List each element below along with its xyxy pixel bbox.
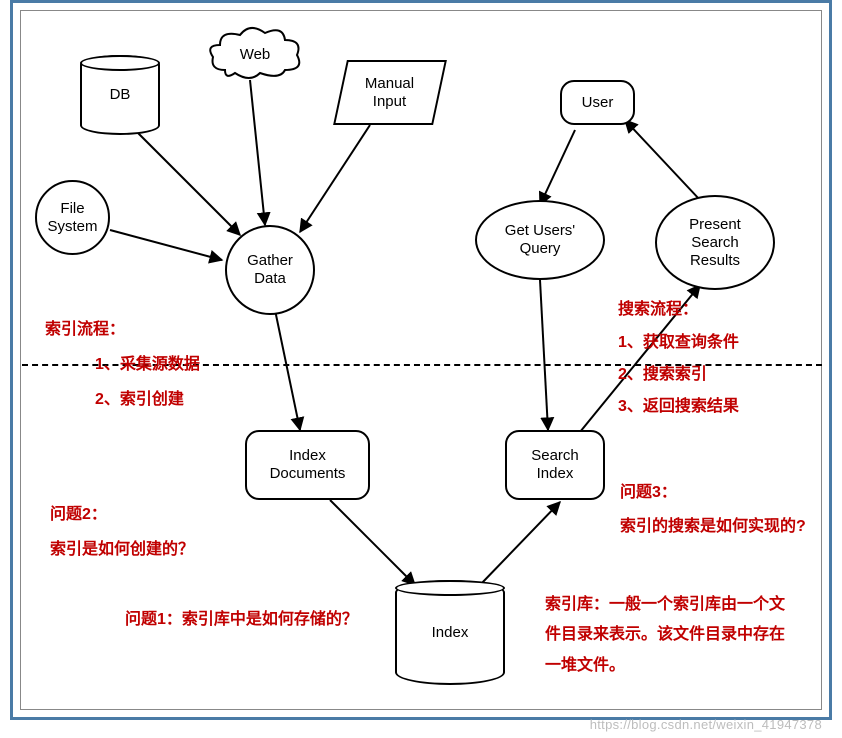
node-index-documents: Index Documents [245, 430, 370, 500]
node-manual-input-label: Manual Input [365, 75, 414, 111]
node-get-users-query: Get Users' Query [475, 200, 605, 280]
node-user-label: User [582, 94, 614, 112]
annotation-search-flow-title: 搜索流程： [618, 295, 698, 325]
annotation-search-flow-2: 2、搜索索引 [618, 360, 707, 390]
annotation-search-flow-1: 1、获取查询条件 [618, 328, 739, 358]
diagram-canvas: DB Web Manual Input File System Gather D… [0, 0, 842, 738]
node-gather-data-label: Gather Data [247, 252, 293, 288]
annotation-index-flow-1: 1、采集源数据 [95, 350, 200, 380]
node-search-index: Search Index [505, 430, 605, 500]
annotation-question2-text: 索引是如何创建的？ [50, 535, 194, 565]
node-file-system-label: File System [47, 200, 97, 236]
node-user: User [560, 80, 635, 125]
annotation-index-flow-2: 2、索引创建 [95, 385, 184, 415]
node-web: Web [205, 25, 305, 85]
node-web-label: Web [240, 46, 271, 64]
annotation-question3-title: 问题3： [620, 478, 677, 508]
node-index: Index [395, 580, 505, 685]
annotation-index-lib: 索引库：一般一个索引库由一个文件目录来表示。该文件目录中存在一堆文件。 [545, 590, 795, 681]
annotation-search-flow-3: 3、返回搜索结果 [618, 392, 739, 422]
node-present-search-results-label: Present Search Results [689, 216, 741, 270]
watermark: https://blog.csdn.net/weixin_41947378 [590, 717, 822, 732]
node-index-documents-label: Index Documents [270, 447, 346, 483]
node-file-system: File System [35, 180, 110, 255]
node-get-users-query-label: Get Users' Query [505, 222, 575, 258]
node-present-search-results: Present Search Results [655, 195, 775, 290]
node-manual-input: Manual Input [333, 60, 447, 125]
node-index-label: Index [432, 624, 469, 642]
node-db: DB [80, 55, 160, 135]
annotation-index-flow-title: 索引流程： [45, 315, 125, 345]
annotation-question3-text: 索引的搜索是如何实现的? [620, 512, 810, 542]
annotation-question2-title: 问题2： [50, 500, 107, 530]
node-gather-data: Gather Data [225, 225, 315, 315]
node-db-label: DB [110, 86, 131, 104]
node-search-index-label: Search Index [531, 447, 579, 483]
annotation-question1: 问题1：索引库中是如何存储的？ [125, 605, 375, 635]
